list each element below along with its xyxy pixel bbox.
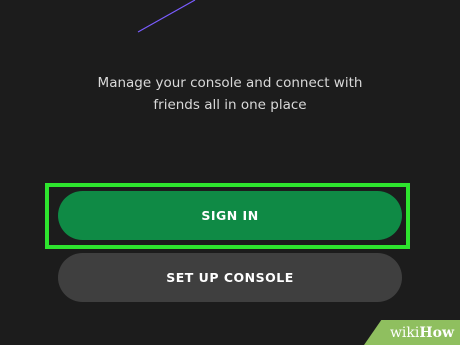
decorative-line [137, 0, 196, 33]
tagline: Manage your console and connect with fri… [60, 72, 400, 116]
app-screen: Manage your console and connect with fri… [0, 0, 460, 345]
wikihow-watermark: wiki How [364, 320, 460, 345]
tagline-line-1: Manage your console and connect with [97, 75, 363, 91]
watermark-how: How [419, 324, 454, 341]
set-up-console-label: SET UP CONSOLE [166, 270, 294, 285]
watermark-wiki: wiki [389, 324, 420, 341]
set-up-console-button[interactable]: SET UP CONSOLE [58, 253, 402, 302]
sign-in-button[interactable]: SIGN IN [58, 191, 402, 240]
sign-in-label: SIGN IN [201, 208, 259, 223]
tagline-line-2: friends all in one place [153, 97, 307, 113]
